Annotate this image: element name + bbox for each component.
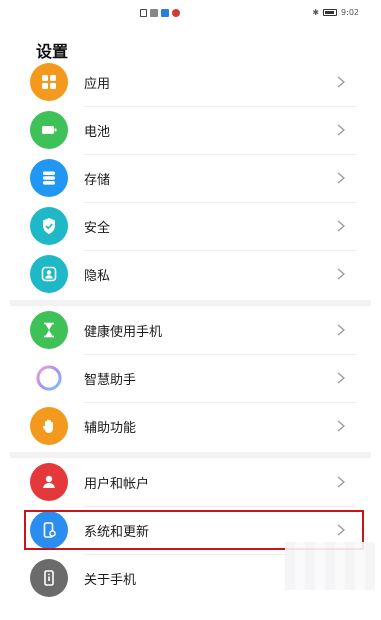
chevron-right-icon	[332, 73, 350, 91]
system-update-icon	[30, 511, 68, 549]
settings-item-label: 安全	[84, 220, 111, 236]
settings-item-label: 系统和更新	[84, 524, 150, 540]
status-right: ✱ 9:02	[312, 8, 359, 17]
user-icon	[30, 463, 68, 501]
notification-icons	[140, 9, 180, 17]
settings-item-label: 隐私	[84, 268, 111, 284]
chevron-right-icon	[332, 217, 350, 235]
storage-icon	[30, 159, 68, 197]
sim-icon	[140, 9, 147, 17]
settings-item-battery[interactable]: 电池	[30, 106, 360, 154]
battery-status-icon	[323, 9, 338, 16]
settings-item-label: 应用	[84, 76, 111, 92]
chevron-right-icon	[332, 265, 350, 283]
settings-item-label: 用户和帐户	[84, 476, 150, 492]
settings-item-label: 存储	[84, 172, 111, 188]
chevron-right-icon	[332, 369, 350, 387]
watermark	[285, 542, 375, 590]
settings-item-label: 智慧助手	[84, 372, 137, 388]
settings-item-privacy[interactable]: 隐私	[30, 250, 360, 298]
app-notification-icon	[161, 9, 169, 17]
settings-item-label: 电池	[84, 124, 111, 140]
clock: 9:02	[341, 8, 359, 17]
chevron-right-icon	[332, 417, 350, 435]
hand-icon	[30, 407, 68, 445]
chevron-right-icon	[332, 321, 350, 339]
settings-item-label: 辅助功能	[84, 420, 137, 436]
chevron-right-icon	[332, 169, 350, 187]
app-notification-icon	[172, 9, 180, 17]
settings-item-security[interactable]: 安全	[30, 202, 360, 250]
settings-item-label: 健康使用手机	[84, 324, 163, 340]
settings-item-smart-assistant[interactable]: 智慧助手	[30, 354, 360, 402]
settings-item-accessibility[interactable]: 辅助功能	[30, 402, 360, 450]
battery-icon	[30, 111, 68, 149]
bluetooth-icon: ✱	[312, 8, 320, 17]
settings-item-digital-balance[interactable]: 健康使用手机	[30, 306, 360, 354]
chevron-right-icon	[332, 473, 350, 491]
apps-grid-icon	[30, 63, 68, 101]
phone-info-icon	[30, 559, 68, 597]
chevron-right-icon	[332, 121, 350, 139]
settings-item-apps[interactable]: 应用	[30, 58, 360, 106]
wifi-icon	[150, 9, 158, 17]
status-bar: ✱ 9:02	[0, 0, 381, 28]
shield-check-icon	[30, 207, 68, 245]
privacy-icon	[30, 255, 68, 293]
settings-item-users-accounts[interactable]: 用户和帐户	[30, 458, 360, 506]
hourglass-icon	[30, 311, 68, 349]
settings-item-storage[interactable]: 存储	[30, 154, 360, 202]
chevron-right-icon	[332, 521, 350, 539]
assistant-ring-icon	[30, 359, 68, 397]
